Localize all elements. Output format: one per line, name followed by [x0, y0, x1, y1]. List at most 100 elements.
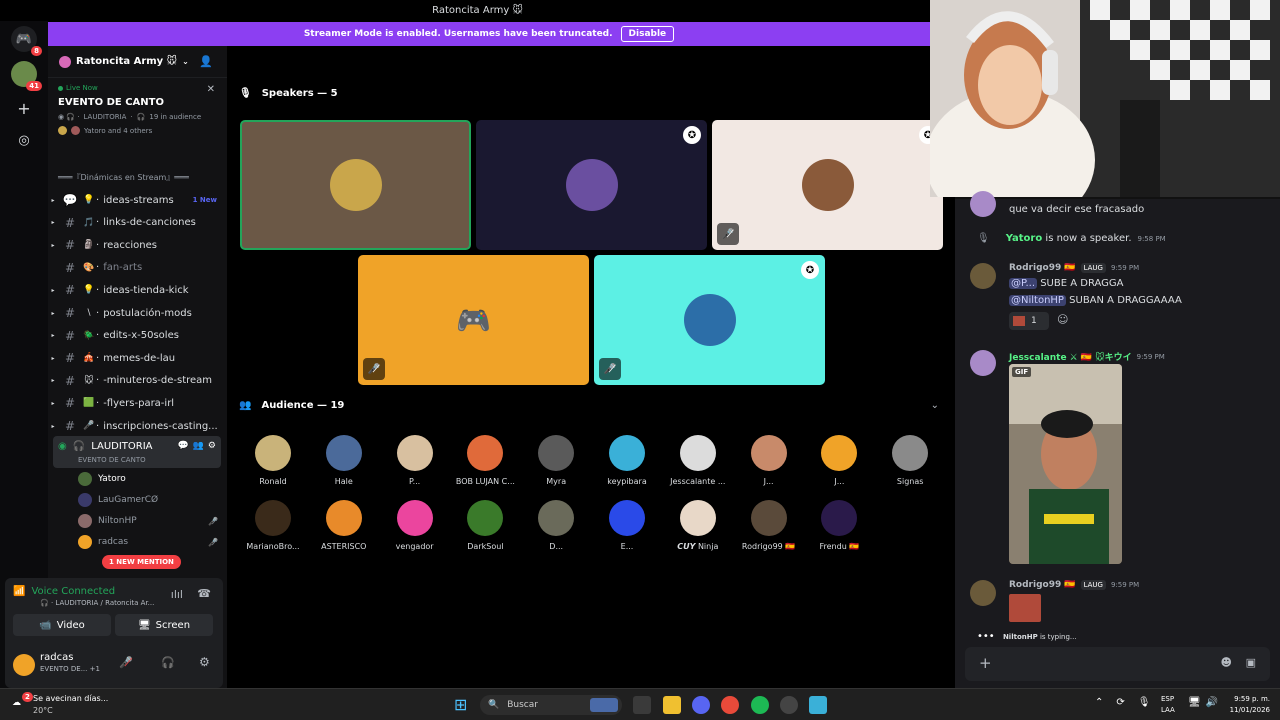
- voice-user-laugamer[interactable]: LauGamerCØ: [78, 490, 158, 510]
- add-member-icon[interactable]: 👥: [193, 441, 204, 451]
- audience-name: DarkSoul: [467, 542, 504, 551]
- chrome-icon[interactable]: [721, 696, 739, 714]
- add-server-icon[interactable]: +: [11, 95, 37, 121]
- tray-icons[interactable]: 🖥 🔊: [1188, 697, 1218, 708]
- new-mention-pill[interactable]: 1 NEW MENTION: [102, 555, 181, 569]
- task-view-icon[interactable]: [633, 696, 651, 714]
- video-button[interactable]: 📹 Video: [13, 614, 111, 636]
- invite-icon[interactable]: 👤: [199, 55, 213, 68]
- channel-item[interactable]: ▸ # 🟩 · -flyers-para-irl: [48, 393, 227, 413]
- notepad-icon[interactable]: [809, 696, 827, 714]
- category-header[interactable]: ═══『Dinámicas en Stream』═══: [58, 172, 189, 183]
- discover-icon[interactable]: ◎: [11, 127, 37, 153]
- channel-item[interactable]: ▸ # 🎵 · links-de-canciones: [48, 213, 227, 233]
- channel-item[interactable]: ▸ # \ · postulación-mods: [48, 303, 227, 323]
- avatar[interactable]: [13, 654, 35, 676]
- audience-member[interactable]: Jesscalante ...: [663, 435, 733, 486]
- reaction[interactable]: 1: [1009, 312, 1049, 330]
- taskbar-search[interactable]: 🔍 Buscar: [480, 695, 622, 715]
- user-status: EVENTO DE... +1: [40, 665, 100, 673]
- server-header[interactable]: Ratoncita Army 🐭 ⌄ 👤: [48, 46, 227, 78]
- speaker-tile[interactable]: [240, 120, 471, 250]
- chat-icon[interactable]: 💬: [177, 441, 188, 451]
- channel-item[interactable]: ▸ # 🎪 · memes-de-lau: [48, 348, 227, 368]
- voice-user-radcas[interactable]: radcas 🎤̸: [78, 532, 218, 552]
- speaker-tile[interactable]: 🎮 🎤̸: [358, 255, 589, 385]
- emoji-icon[interactable]: ☻: [1221, 656, 1232, 669]
- window-title: Ratoncita Army 🐭: [432, 5, 523, 16]
- voice-location[interactable]: 🎧 · LAUDITORIA / Ratoncita Ar...: [40, 599, 154, 607]
- sync-icon[interactable]: ⟳: [1116, 697, 1124, 708]
- add-attachment-icon[interactable]: +: [979, 654, 992, 672]
- audience-member[interactable]: Frendu 🇪🇸: [804, 500, 874, 551]
- mention[interactable]: @NiltonHP: [1009, 295, 1066, 306]
- audience-member[interactable]: Ronald: [238, 435, 308, 486]
- audience-name: Signas: [896, 477, 924, 486]
- audience-member[interactable]: J...: [734, 435, 804, 486]
- system-tray: ⌃ ⟳ 🎙: [1095, 697, 1150, 708]
- message-input[interactable]: + ☻ ▣: [965, 647, 1270, 681]
- audience-member[interactable]: E...: [592, 500, 662, 551]
- windows-start-icon[interactable]: ⊞: [454, 696, 472, 714]
- gif-embed[interactable]: GIF: [1009, 364, 1122, 564]
- audience-member[interactable]: Rodrigo99 🇪🇸: [734, 500, 804, 551]
- server-icon-ratoncita[interactable]: 41: [11, 61, 42, 91]
- stage-view: 🎙 Speakers — 5 ✪ ✪ 🎤̸ 🎮 🎤̸ ✪ 🎤̸ 👥 Audience — 1…: [227, 46, 955, 688]
- avatar: [329, 159, 382, 211]
- disconnect-icon[interactable]: ☎: [197, 587, 211, 600]
- audience-member[interactable]: ASTERISCO: [309, 500, 379, 551]
- speaker-tile[interactable]: ✪ 🎤̸: [594, 255, 825, 385]
- discord-app-icon[interactable]: [692, 696, 710, 714]
- channel-item[interactable]: ▸ # 🗿 · reacciones: [48, 235, 227, 255]
- obs-icon[interactable]: [780, 696, 798, 714]
- language-indicator[interactable]: ESP LAA: [1161, 694, 1175, 716]
- disable-streamer-mode-button[interactable]: Disable: [620, 26, 675, 42]
- gear-icon[interactable]: ⚙: [199, 655, 210, 669]
- audience-member[interactable]: D...: [521, 500, 591, 551]
- chevron-down-icon[interactable]: ⌄: [931, 400, 939, 411]
- channel-item[interactable]: ▸ # 🎤 · inscripciones-casting...: [48, 416, 227, 436]
- audience-member[interactable]: Myra: [521, 435, 591, 486]
- mic-icon[interactable]: 🎙: [1138, 697, 1151, 708]
- screen-share-button[interactable]: 🖥 Screen: [115, 614, 213, 636]
- mic-muted-icon[interactable]: 🎤̸: [119, 656, 133, 669]
- voice-channel-lauditoria[interactable]: ◉ 🎧 LAUDITORIA EVENTO DE CANTO 💬 👥 ⚙: [53, 436, 221, 468]
- channel-item[interactable]: ▸ # 🐭 · -minuteros-de-stream: [48, 371, 227, 391]
- audience-member[interactable]: 𝘾𝙐𝙔 Ninja: [663, 500, 733, 551]
- channel-item[interactable]: # 🎨 · fan-arts: [48, 258, 227, 278]
- audience-member[interactable]: MarianoBro...: [238, 500, 308, 551]
- audience-member[interactable]: Signas: [875, 435, 945, 486]
- channel-item[interactable]: ▸ # 🪲 · edits-x-50soles: [48, 326, 227, 346]
- people-icon: 👥: [239, 400, 252, 411]
- audience-member[interactable]: BOB LUJAN C...: [450, 435, 520, 486]
- close-icon[interactable]: ✕: [207, 84, 215, 95]
- speaker-tile[interactable]: ✪: [476, 120, 707, 250]
- live-event-card[interactable]: Live Now EVENTO DE CANTO ◉ 🎧 · LAUDITORI…: [48, 79, 227, 149]
- unread-indicator-icon: ▸: [51, 422, 55, 430]
- voice-user-yatoro[interactable]: Yatoro: [78, 469, 126, 489]
- add-reaction-icon[interactable]: ☺: [1057, 313, 1068, 326]
- muted-icon: 🎤̸: [599, 358, 621, 380]
- mention[interactable]: @P...: [1009, 278, 1038, 289]
- audience-member[interactable]: Hale: [309, 435, 379, 486]
- audience-name: vengador: [395, 542, 434, 551]
- audience-member[interactable]: DarkSoul: [450, 500, 520, 551]
- clock[interactable]: 9:59 p. m. 11/01/2026: [1230, 694, 1270, 716]
- chevron-up-icon[interactable]: ⌃: [1095, 697, 1103, 708]
- audience-member[interactable]: P...: [380, 435, 450, 486]
- speaker-tile[interactable]: ✪ 🎤̸: [712, 120, 943, 250]
- channel-item[interactable]: ▸ # 💡 · ideas-tienda-kick: [48, 280, 227, 300]
- headphones-icon[interactable]: 🎧: [161, 656, 175, 669]
- voice-user-niltonhp[interactable]: NiltonHP 🎤̸: [78, 511, 218, 531]
- spotify-icon[interactable]: [751, 696, 769, 714]
- channel-item[interactable]: ▸ 💬 💡 · ideas-streams 1 New: [48, 190, 227, 210]
- home-button[interactable]: 🎮 8: [11, 26, 42, 56]
- file-explorer-icon[interactable]: [663, 696, 681, 714]
- soundboard-icon[interactable]: ılıl: [171, 588, 183, 601]
- sticker-icon[interactable]: ▣: [1246, 656, 1256, 669]
- audience-member[interactable]: vengador: [380, 500, 450, 551]
- event-others: Yatoro and 4 others: [58, 126, 217, 135]
- audience-member[interactable]: J...: [804, 435, 874, 486]
- audience-member[interactable]: keypibara: [592, 435, 662, 486]
- gear-icon[interactable]: ⚙: [208, 441, 216, 451]
